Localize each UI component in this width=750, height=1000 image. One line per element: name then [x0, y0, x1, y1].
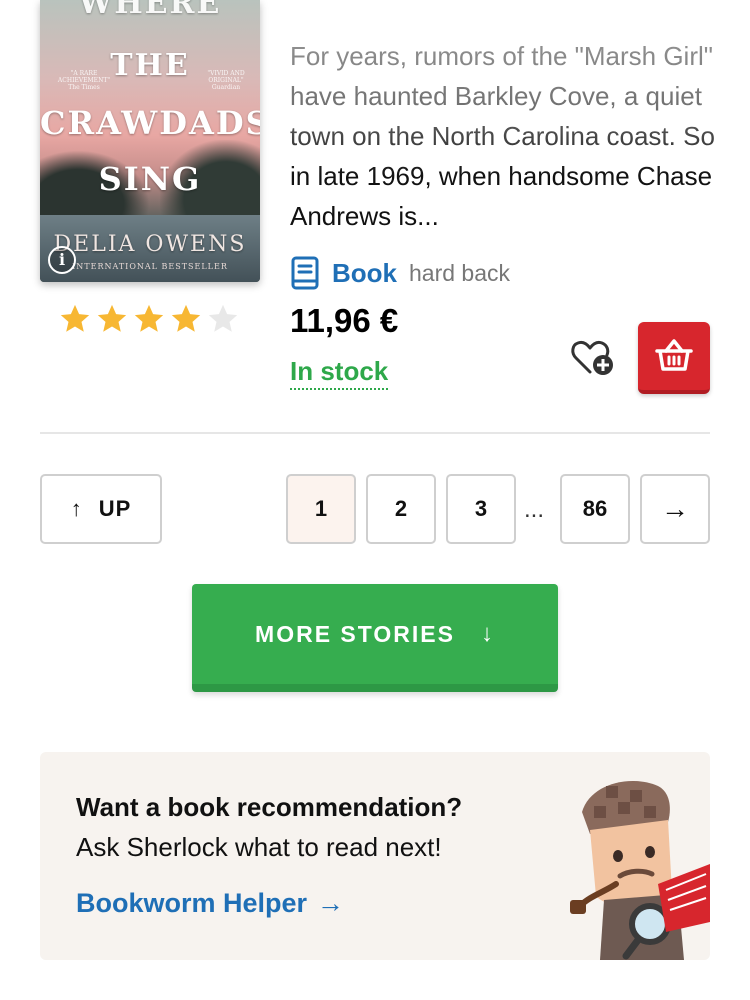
- wishlist-add-icon[interactable]: [570, 338, 616, 378]
- up-label: UP: [98, 496, 132, 521]
- format-name[interactable]: Book: [332, 258, 397, 289]
- cover-title-line: CRAWDADS: [40, 104, 260, 142]
- book-cover[interactable]: WHERE THE CRAWDADS SING "A RARE ACHIEVEM…: [40, 0, 260, 282]
- format-row: Book hard back: [290, 256, 510, 290]
- cover-title-line: WHERE: [78, 0, 222, 21]
- arrow-up-icon: ↑: [70, 496, 83, 521]
- recommendation-subtitle: Ask Sherlock what to read next!: [76, 832, 442, 862]
- book-description: For years, rumors of the "Marsh Girl" ha…: [290, 41, 715, 231]
- basket-icon: [655, 339, 693, 371]
- page-button-last[interactable]: 86: [560, 474, 630, 544]
- stock-status[interactable]: In stock: [290, 356, 389, 390]
- cover-quote-left: "A RARE ACHIEVEMENT" The Times: [57, 70, 111, 91]
- format-detail: hard back: [409, 259, 511, 286]
- page-button-1[interactable]: 1: [286, 474, 356, 544]
- more-stories-label: MORE STORIES: [255, 620, 455, 647]
- star-filled-icon: [171, 304, 201, 332]
- bookworm-helper-link[interactable]: Bookworm Helper →: [76, 888, 344, 919]
- page-button-2[interactable]: 2: [366, 474, 436, 544]
- info-icon[interactable]: i: [48, 246, 76, 274]
- recommendation-title: Want a book recommendation?: [76, 792, 463, 822]
- star-filled-icon: [97, 304, 127, 332]
- star-rating: [58, 302, 240, 336]
- divider: [40, 432, 710, 434]
- book-icon: [291, 256, 319, 290]
- arrow-right-icon: →: [661, 493, 689, 524]
- recommendation-box: Want a book recommendation? Ask Sherlock…: [40, 752, 710, 960]
- cover-quote-right: "VIVID AND ORIGINAL" Guardian: [207, 70, 245, 91]
- bookworm-helper-label: Bookworm Helper: [76, 888, 308, 918]
- next-page-button[interactable]: →: [640, 474, 710, 544]
- add-to-basket-button[interactable]: [638, 322, 710, 394]
- star-empty-icon: [208, 304, 238, 332]
- page-button-3[interactable]: 3: [446, 474, 516, 544]
- pagination-ellipsis: ...: [524, 496, 545, 523]
- star-filled-icon: [60, 304, 90, 332]
- more-stories-button[interactable]: MORE STORIES ↓: [192, 584, 558, 692]
- star-filled-icon: [134, 304, 164, 332]
- price: 11,96 €: [290, 302, 399, 339]
- arrow-down-icon: ↓: [480, 620, 495, 647]
- cover-title-line: SING: [98, 160, 202, 198]
- sherlock-mascot-icon: [570, 781, 710, 960]
- scroll-up-button[interactable]: ↑ UP: [40, 474, 162, 544]
- arrow-right-icon: →: [317, 888, 345, 918]
